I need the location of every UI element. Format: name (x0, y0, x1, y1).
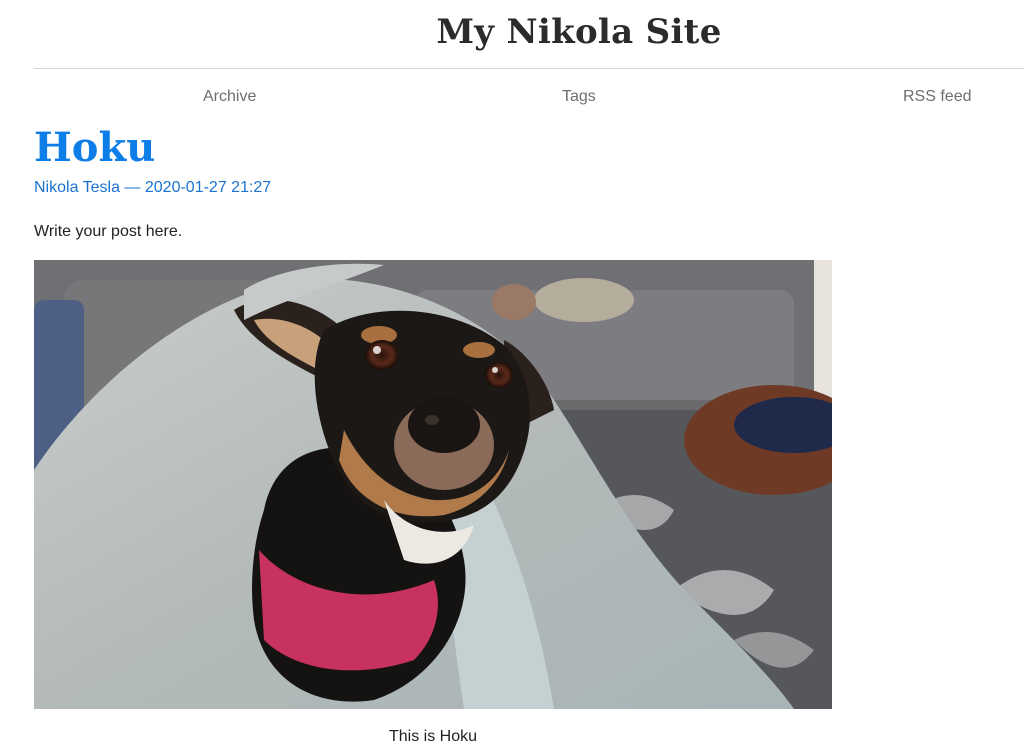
post-author-link[interactable]: Nikola Tesla (34, 179, 120, 196)
site-header: My Nikola Site (34, 0, 1024, 69)
nav-archive-link[interactable]: Archive (203, 88, 256, 106)
main-nav: Archive Tags RSS feed (0, 88, 1024, 108)
dog-photo-illustration (34, 260, 832, 709)
nav-tags-link[interactable]: Tags (562, 88, 596, 106)
post-meta: Nikola Tesla — 2020-01-27 21:27 (34, 179, 271, 197)
site-title[interactable]: My Nikola Site (34, 12, 1024, 52)
post-title[interactable]: Hoku (34, 124, 155, 171)
image-caption: This is Hoku (388, 728, 478, 745)
post-date-link[interactable]: 2020-01-27 21:27 (145, 179, 271, 196)
nav-rss-feed-link[interactable]: RSS feed (903, 88, 971, 106)
post-body-text: Write your post here. (34, 223, 183, 240)
dog-photo[interactable] (34, 260, 832, 709)
meta-separator: — (124, 179, 141, 196)
